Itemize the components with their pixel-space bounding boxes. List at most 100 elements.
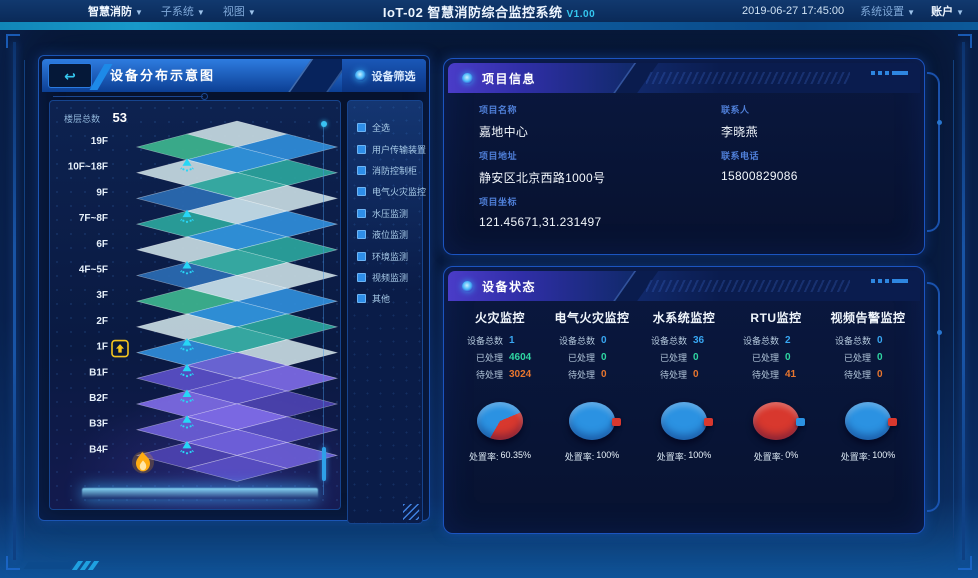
- floor-label: B2F: [89, 393, 108, 404]
- left-frame-line: [13, 42, 16, 560]
- datetime-label: 2019-06-27 17:45:00: [742, 5, 844, 17]
- checkbox-icon: [357, 187, 366, 196]
- building-scrollbar[interactable]: [323, 123, 324, 495]
- right-frame-line: [962, 42, 965, 560]
- handled-value: 4604: [509, 353, 539, 363]
- filter-checkbox-all[interactable]: 全选: [357, 117, 422, 138]
- checkbox-icon: [357, 209, 366, 218]
- status-col-video-alarm: 视频告警监控 设备总数0 已处理0 待处理0 处置率:100%: [822, 309, 914, 463]
- checkbox-icon: [357, 123, 366, 132]
- disposal-rate-pie: [661, 402, 707, 440]
- filter-checkbox-fire-control-cabinet[interactable]: 消防控制柜: [357, 160, 422, 181]
- top-bar: 智慧消防▼ 子系统▼ 视图▼ IoT-02 智慧消防综合监控系统V1.00 20…: [0, 0, 978, 22]
- floor-label: 1F: [96, 342, 108, 353]
- rate-value: 60.35%: [500, 450, 531, 463]
- glow-dot-icon: [462, 73, 473, 84]
- rate-value: 100%: [596, 450, 619, 463]
- filter-checkbox-video[interactable]: 视频监测: [357, 267, 422, 288]
- rate-value: 100%: [688, 450, 711, 463]
- floor-total-value: 53: [112, 110, 126, 125]
- bottom-left-decoration: [26, 561, 96, 570]
- floor-label: B1F: [89, 367, 108, 378]
- scrollbar-thumb[interactable]: [322, 447, 326, 481]
- corner-hatch-decoration: [403, 504, 419, 520]
- field-project-address: 项目地址 静安区北京西路1000号: [479, 149, 605, 186]
- rate-value: 100%: [872, 450, 895, 463]
- header-dashes-decoration: [871, 71, 908, 75]
- filter-checkbox-user-transmission[interactable]: 用户传输装置: [357, 138, 422, 159]
- frame-corner: [6, 34, 20, 48]
- handled-value: 0: [877, 353, 907, 363]
- pie-remainder-nub: [612, 418, 621, 426]
- pie-remainder-nub: [888, 418, 897, 426]
- device-filter-tab[interactable]: 设备筛选: [342, 59, 426, 92]
- rate-value: 0%: [785, 450, 798, 463]
- pie-remainder-nub: [796, 418, 805, 426]
- field-project-coordinates: 项目坐标 121.45671,31.231497: [479, 195, 601, 229]
- filter-checkbox-liquid-level[interactable]: 液位监测: [357, 224, 422, 245]
- project-info-panel: 项目信息 项目名称 嘉地中心 联系人 李晓燕 项目地址 静安区北京西路1000号…: [443, 58, 925, 255]
- device-status-panel: 设备状态 火灾监控 设备总数1 已处理4604 待处理3024 处置率:60.3…: [443, 266, 925, 534]
- status-col-fire-monitoring: 火灾监控 设备总数1 已处理4604 待处理3024 处置率:60.35%: [454, 309, 546, 463]
- scrollbar-dot[interactable]: [321, 121, 327, 127]
- floor-label: 10F~18F: [68, 162, 108, 173]
- disposal-rate-pie: [477, 402, 523, 440]
- frame-corner: [958, 34, 972, 48]
- header-dashes-decoration: [871, 279, 908, 283]
- disposal-rate-pie: [569, 402, 615, 440]
- back-icon: ↩: [64, 69, 76, 83]
- right-frame-line-inner: [953, 60, 954, 538]
- floor-label: 19F: [91, 136, 108, 147]
- filter-checkbox-environment[interactable]: 环境监测: [357, 245, 422, 266]
- pending-value: 3024: [509, 370, 539, 380]
- building-visualization: 楼层总数 53 19F10F~18F9F7F~8F6F4F~5F3F2F1FB1…: [49, 100, 341, 510]
- checkbox-icon: [357, 252, 366, 261]
- building-base-glow: [82, 488, 318, 499]
- distribution-panel-header: ↩ 设备分布示意图 设备筛选: [42, 59, 426, 92]
- chevron-down-icon: ▼: [956, 8, 964, 17]
- nav-account[interactable]: 账户▼: [931, 3, 964, 19]
- fire-icon: [132, 451, 154, 473]
- checkbox-icon: [357, 166, 366, 175]
- project-info-header: 项目信息: [448, 63, 920, 93]
- disposal-rate-pie: [845, 402, 891, 440]
- floor-label: 4F~5F: [79, 265, 108, 276]
- pending-value: 0: [601, 370, 631, 380]
- back-button[interactable]: ↩: [48, 63, 92, 88]
- handled-value: 0: [693, 353, 723, 363]
- version-label: V1.00: [567, 9, 596, 20]
- left-frame-line-inner: [24, 60, 25, 538]
- filter-checkbox-electrical-fire[interactable]: 电气火灾监控: [357, 181, 422, 202]
- checkbox-icon: [357, 145, 366, 154]
- device-status-header: 设备状态: [448, 271, 920, 301]
- floor-label: 7F~8F: [79, 213, 108, 224]
- circuit-line-decoration: [53, 96, 203, 97]
- floor-label: 9F: [96, 187, 108, 198]
- pending-value: 0: [693, 370, 723, 380]
- panel-title: 设备分布示意图: [110, 59, 215, 92]
- checkbox-icon: [357, 294, 366, 303]
- device-distribution-panel: ↩ 设备分布示意图 设备筛选 楼层总数 53 19F10F~18F9F7F~8F…: [38, 55, 430, 521]
- filter-checkbox-water-pressure[interactable]: 水压监测: [357, 203, 422, 224]
- panel-bracket-decoration: [927, 72, 940, 232]
- total-value: 2: [785, 336, 815, 346]
- floor-label: 6F: [96, 239, 108, 250]
- disposal-rate-pie: [753, 402, 799, 440]
- total-value: 1: [509, 336, 539, 346]
- checkbox-icon: [357, 273, 366, 282]
- status-col-water-system: 水系统监控 设备总数36 已处理0 待处理0 处置率:100%: [638, 309, 730, 463]
- floor-label: B4F: [89, 444, 108, 455]
- handled-value: 0: [601, 353, 631, 363]
- frame-corner: [6, 556, 20, 570]
- device-status-grid: 火灾监控 设备总数1 已处理4604 待处理3024 处置率:60.35% 电气…: [454, 309, 914, 463]
- chevron-down-icon: ▼: [907, 8, 915, 17]
- pending-value: 41: [785, 370, 815, 380]
- filter-checkbox-other[interactable]: 其他: [357, 288, 422, 309]
- panel-title: 设备状态: [482, 278, 536, 295]
- field-contact-phone: 联系电话 15800829086: [721, 149, 798, 183]
- top-right-menus: 2019-06-27 17:45:00 系统设置▼ 账户▼: [742, 3, 964, 19]
- dashboard-screen: 智慧消防▼ 子系统▼ 视图▼ IoT-02 智慧消防综合监控系统V1.00 20…: [0, 0, 978, 578]
- nav-system-settings[interactable]: 系统设置▼: [860, 3, 915, 19]
- glow-dot-icon: [355, 70, 366, 81]
- header-accent-strip: [0, 22, 978, 30]
